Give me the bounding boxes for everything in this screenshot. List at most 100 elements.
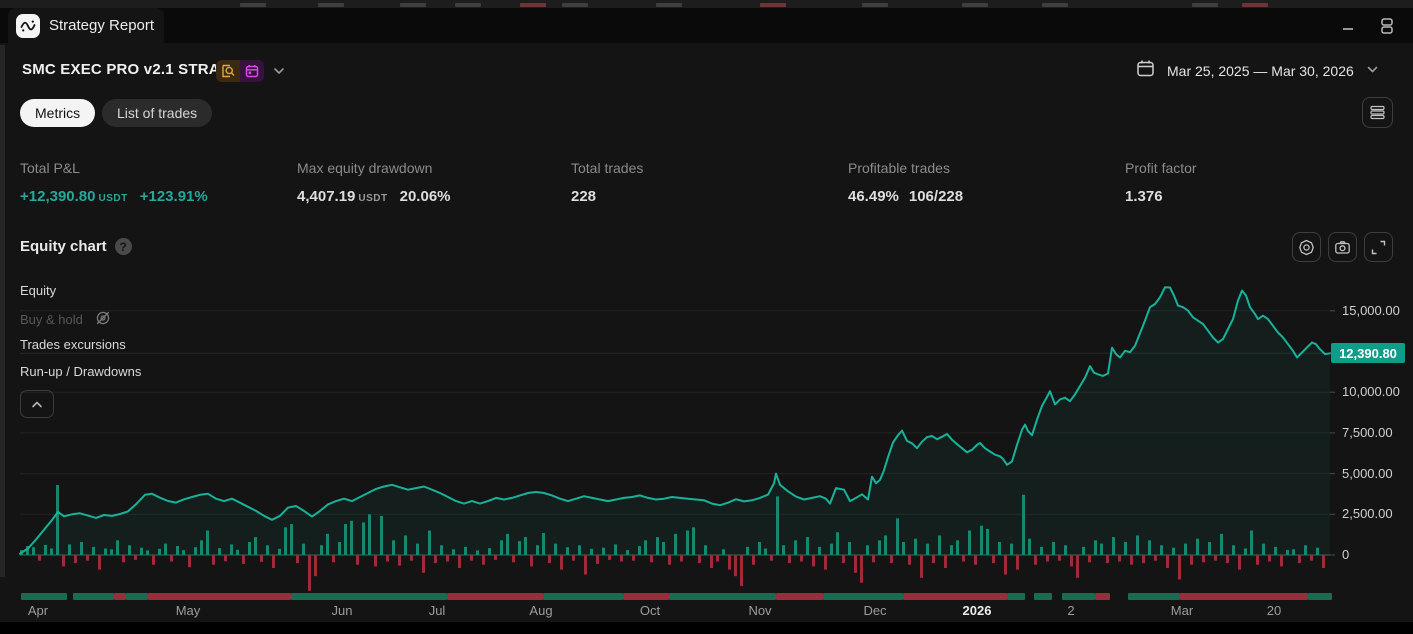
- excursion-bar-down: [788, 555, 791, 563]
- excursion-bar-down: [1322, 555, 1325, 568]
- excursion-bar-down: [134, 555, 137, 560]
- excursion-bar-down: [572, 555, 575, 561]
- excursion-bar-down: [1166, 555, 1169, 568]
- tab-list-of-trades[interactable]: List of trades: [102, 99, 212, 127]
- excursion-bar-down: [470, 555, 473, 561]
- strategy-name: SMC EXEC PRO v2.1 STRAT: [22, 61, 228, 78]
- legend-equity[interactable]: Equity: [20, 283, 56, 298]
- timeline-segment-red: [447, 593, 543, 600]
- excursion-bar-down: [260, 555, 263, 562]
- stat-value: +12,390.80USDT+123.91%: [20, 188, 208, 205]
- excursion-bar-down: [548, 555, 551, 563]
- date-range-text: Mar 25, 2025 — Mar 30, 2026: [1167, 63, 1354, 79]
- excursion-bar-down: [386, 555, 389, 562]
- tab-metrics[interactable]: Metrics: [20, 99, 95, 127]
- excursion-bar-down: [1076, 555, 1079, 578]
- stat-value: 228: [571, 188, 596, 205]
- excursion-bar-down: [710, 555, 713, 568]
- x-axis-label[interactable]: Apr: [28, 603, 48, 618]
- excursion-bar-down: [374, 555, 377, 566]
- excursion-bar-down: [596, 555, 599, 564]
- excursion-bar-down: [800, 555, 803, 562]
- excursion-bar-down: [872, 555, 875, 562]
- excursion-bar-down: [824, 555, 827, 570]
- excursion-bar-down: [1310, 555, 1313, 561]
- excursion-bar-down: [1106, 555, 1109, 563]
- equity-chart-canvas[interactable]: [0, 254, 1413, 634]
- timeline-segment-red: [776, 593, 823, 600]
- ghost-tick: [400, 3, 426, 7]
- legend-buy-and-hold[interactable]: Buy & hold: [20, 310, 113, 329]
- excursion-bar-down: [1130, 555, 1133, 565]
- x-axis-label[interactable]: Jun: [332, 603, 353, 618]
- tab-strategy-report[interactable]: Strategy Report: [8, 8, 164, 43]
- excursion-bar-down: [356, 555, 359, 565]
- excursion-bar-down: [860, 555, 863, 583]
- window-minimize-button[interactable]: [1337, 15, 1359, 37]
- excursion-bar-down: [308, 555, 311, 591]
- excursion-bar-down: [974, 555, 977, 565]
- stat-label: Total trades: [571, 160, 643, 176]
- timeline-segment-green: [1062, 593, 1095, 600]
- chevron-up-icon: [31, 400, 43, 409]
- excursion-bar-down: [74, 555, 77, 563]
- x-axis-label[interactable]: Mar: [1171, 603, 1193, 618]
- x-axis-label[interactable]: Dec: [863, 603, 886, 618]
- legend-trades-excursions[interactable]: Trades excursions: [20, 337, 126, 352]
- excursion-bar-down: [770, 555, 773, 561]
- excursion-bar-down: [482, 555, 485, 565]
- date-range-control[interactable]: Mar 25, 2025 — Mar 30, 2026: [1136, 59, 1379, 83]
- x-axis-label[interactable]: Aug: [529, 603, 552, 618]
- date-range-badge-icon[interactable]: [240, 60, 264, 82]
- timeline-segment-green: [291, 593, 447, 600]
- x-axis-label[interactable]: 2: [1067, 603, 1074, 618]
- eye-off-icon[interactable]: [93, 310, 113, 329]
- excursion-bar-down: [188, 555, 191, 567]
- strategy-dropdown-chevron-icon[interactable]: [272, 64, 286, 82]
- ghost-tick: [760, 3, 786, 7]
- excursion-bar-down: [650, 555, 653, 562]
- background-page-strip: [0, 0, 1413, 8]
- excursion-bar-down: [698, 555, 701, 563]
- equity-chart-title: Equity chart ?: [20, 238, 132, 255]
- fullscreen-icon: [1370, 239, 1387, 256]
- excursion-bar-down: [434, 555, 437, 563]
- deep-backtesting-icon[interactable]: [216, 60, 240, 82]
- excursion-bar-down: [1280, 555, 1283, 566]
- excursion-bar-down: [1142, 555, 1145, 563]
- excursion-bar-down: [1118, 555, 1121, 562]
- x-axis-label[interactable]: Nov: [748, 603, 771, 618]
- x-axis-label[interactable]: Jul: [429, 603, 446, 618]
- x-axis-label[interactable]: May: [176, 603, 201, 618]
- x-axis-label[interactable]: 2026: [963, 603, 992, 618]
- excursion-bar-down: [908, 555, 911, 565]
- strategy-badges[interactable]: [216, 60, 264, 82]
- window-restore-button[interactable]: [1376, 15, 1398, 37]
- excursion-bar-down: [632, 555, 635, 561]
- excursion-bar-down: [152, 555, 155, 565]
- legend-runup-drawdowns[interactable]: Run-up / Drawdowns: [20, 364, 141, 379]
- excursion-bar-down: [422, 555, 425, 573]
- report-layout-button[interactable]: [1362, 97, 1393, 128]
- y-axis-label: 2,500.00: [1342, 505, 1412, 523]
- ghost-tick: [656, 3, 682, 7]
- excursion-bar-down: [1046, 555, 1049, 562]
- excursion-bar-down: [620, 555, 623, 562]
- x-axis-label[interactable]: 20: [1267, 603, 1281, 618]
- excursion-bar-down: [668, 555, 671, 565]
- legend-collapse-button[interactable]: [20, 390, 54, 418]
- excursion-bar-down: [410, 555, 413, 561]
- excursion-bar-down: [1016, 555, 1019, 570]
- excursion-bar-down: [1298, 555, 1301, 563]
- window-tab-bar: Strategy Report: [0, 8, 1413, 43]
- ghost-tick: [1042, 3, 1068, 7]
- excursion-bar-down: [1202, 555, 1205, 562]
- timeline-segment-red: [623, 593, 669, 600]
- x-axis-label[interactable]: Oct: [640, 603, 660, 618]
- help-icon[interactable]: ?: [115, 238, 132, 255]
- excursion-bar-down: [854, 555, 857, 573]
- ghost-tick: [562, 3, 588, 7]
- excursion-bar-down: [680, 555, 683, 562]
- excursion-bar-down: [740, 555, 743, 586]
- excursion-bar-down: [920, 555, 923, 578]
